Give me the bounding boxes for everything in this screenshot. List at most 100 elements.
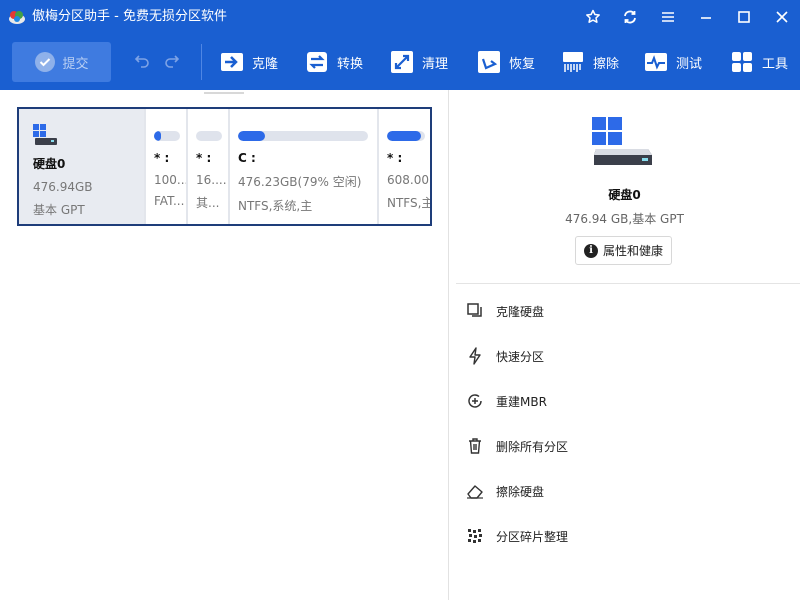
submit-button[interactable]: 提交 (12, 42, 111, 82)
minimize-button[interactable] (694, 6, 718, 28)
partition-fs: 其... (196, 194, 228, 211)
panel-divider (448, 90, 449, 600)
disk-type: 基本 GPT (33, 201, 144, 218)
partition-usage-bar (238, 131, 368, 141)
wipe-icon (561, 50, 585, 74)
tool-convert[interactable]: 转换 (305, 48, 363, 76)
tool-tools[interactable]: 工具 (730, 48, 788, 76)
action-label: 克隆硬盘 (496, 303, 544, 320)
maximize-button[interactable] (732, 6, 756, 28)
action-label: 擦除硬盘 (496, 483, 544, 500)
details-divider (456, 283, 800, 284)
partition-fs: FAT... (154, 194, 186, 208)
partition-usage-bar (196, 131, 222, 141)
close-icon (774, 9, 790, 25)
check-circle-icon (34, 51, 56, 73)
defrag-icon (466, 527, 484, 545)
minimize-icon (698, 9, 714, 25)
partition-1[interactable]: * : 100... FAT... (144, 109, 186, 224)
redo-icon[interactable] (164, 52, 180, 68)
disk-name: 硬盘0 (33, 155, 144, 172)
clone-disk-icon (466, 302, 484, 320)
clone-icon (220, 50, 244, 74)
partition-size: 608.00... (387, 173, 430, 187)
tool-test[interactable]: 测试 (644, 48, 702, 76)
partition-size: 476.23GB(79% 空闲) (238, 173, 377, 190)
tool-recover[interactable]: 恢复 (477, 48, 535, 76)
partition-usage-fill (238, 131, 265, 141)
close-button[interactable] (770, 6, 794, 28)
rebuild-mbr-icon (466, 392, 484, 410)
top-bar: 傲梅分区助手 - 免费无损分区软件 提交 (0, 0, 800, 90)
app-logo-icon (8, 8, 26, 26)
action-label: 重建MBR (496, 393, 547, 410)
undo-icon[interactable] (134, 52, 150, 68)
tool-wipe[interactable]: 擦除 (561, 48, 619, 76)
properties-health-label: 属性和健康 (603, 242, 663, 259)
tool-recover-label: 恢复 (509, 53, 535, 72)
partition-size: 16.... (196, 173, 228, 187)
selected-disk-name: 硬盘0 (449, 186, 800, 203)
refresh-button[interactable] (618, 6, 642, 28)
quick-partition-icon (466, 347, 484, 365)
action-label: 分区碎片整理 (496, 528, 568, 545)
title-bar: 傲梅分区助手 - 免费无损分区软件 (0, 0, 800, 34)
partition-c[interactable]: C : 476.23GB(79% 空闲) NTFS,系统,主 (228, 109, 377, 224)
convert-icon (305, 50, 329, 74)
trash-icon (466, 437, 484, 455)
partition-size: 100... (154, 173, 186, 187)
properties-health-button[interactable]: i 属性和健康 (575, 236, 672, 265)
info-icon: i (584, 244, 598, 258)
eraser-icon (466, 482, 484, 500)
tool-test-label: 测试 (676, 53, 702, 72)
partition-name: C : (238, 151, 377, 165)
partition-usage-bar (387, 131, 425, 141)
tool-clone-label: 克隆 (252, 53, 278, 72)
tool-cleanup-label: 清理 (422, 53, 448, 72)
partition-usage-fill (387, 131, 421, 141)
action-quick-partition[interactable]: 快速分区 (466, 346, 544, 366)
action-label: 删除所有分区 (496, 438, 568, 455)
recover-icon (477, 50, 501, 74)
tool-convert-label: 转换 (337, 53, 363, 72)
scroll-indicator (204, 92, 244, 94)
toolbar: 提交 克隆 转换 清理 恢复 擦除 测试 (0, 34, 800, 90)
disk-size: 476.94GB (33, 180, 144, 194)
partition-2[interactable]: * : 16.... 其... (186, 109, 228, 224)
selected-disk-info: 476.94 GB,基本 GPT (449, 210, 800, 227)
action-clone-disk[interactable]: 克隆硬盘 (466, 301, 544, 321)
refresh-icon (622, 9, 638, 25)
cleanup-icon (390, 50, 414, 74)
partition-usage-fill (154, 131, 161, 141)
tool-tools-label: 工具 (762, 53, 788, 72)
partition-name: * : (154, 151, 186, 165)
test-icon (644, 50, 668, 74)
menu-icon (660, 9, 676, 25)
submit-label: 提交 (62, 53, 88, 72)
star-icon (585, 9, 601, 25)
toolbar-divider (201, 44, 202, 80)
action-wipe-disk[interactable]: 擦除硬盘 (466, 481, 544, 501)
partition-usage-bar (154, 131, 180, 141)
favorite-button[interactable] (581, 6, 605, 28)
partition-name: * : (196, 151, 228, 165)
action-rebuild-mbr[interactable]: 重建MBR (466, 391, 547, 411)
action-label: 快速分区 (496, 348, 544, 365)
disk-summary[interactable]: 硬盘0 476.94GB 基本 GPT (19, 109, 144, 224)
action-delete-all[interactable]: 删除所有分区 (466, 436, 568, 456)
partition-fs: NTFS,主 (387, 194, 430, 211)
partition-4[interactable]: * : 608.00... NTFS,主 (377, 109, 430, 224)
partition-fs: NTFS,系统,主 (238, 197, 377, 214)
tools-icon (730, 50, 754, 74)
disk-icon (33, 124, 59, 146)
action-defrag[interactable]: 分区碎片整理 (466, 526, 568, 546)
menu-button[interactable] (656, 6, 680, 28)
app-title: 傲梅分区助手 - 免费无损分区软件 (32, 8, 227, 26)
tool-wipe-label: 擦除 (593, 53, 619, 72)
tool-cleanup[interactable]: 清理 (390, 48, 448, 76)
disk-row[interactable]: 硬盘0 476.94GB 基本 GPT * : 100... FAT... * … (17, 107, 432, 226)
tool-clone[interactable]: 克隆 (220, 48, 278, 76)
partition-name: * : (387, 151, 430, 165)
disk-large-icon (592, 117, 654, 167)
maximize-icon (736, 9, 752, 25)
